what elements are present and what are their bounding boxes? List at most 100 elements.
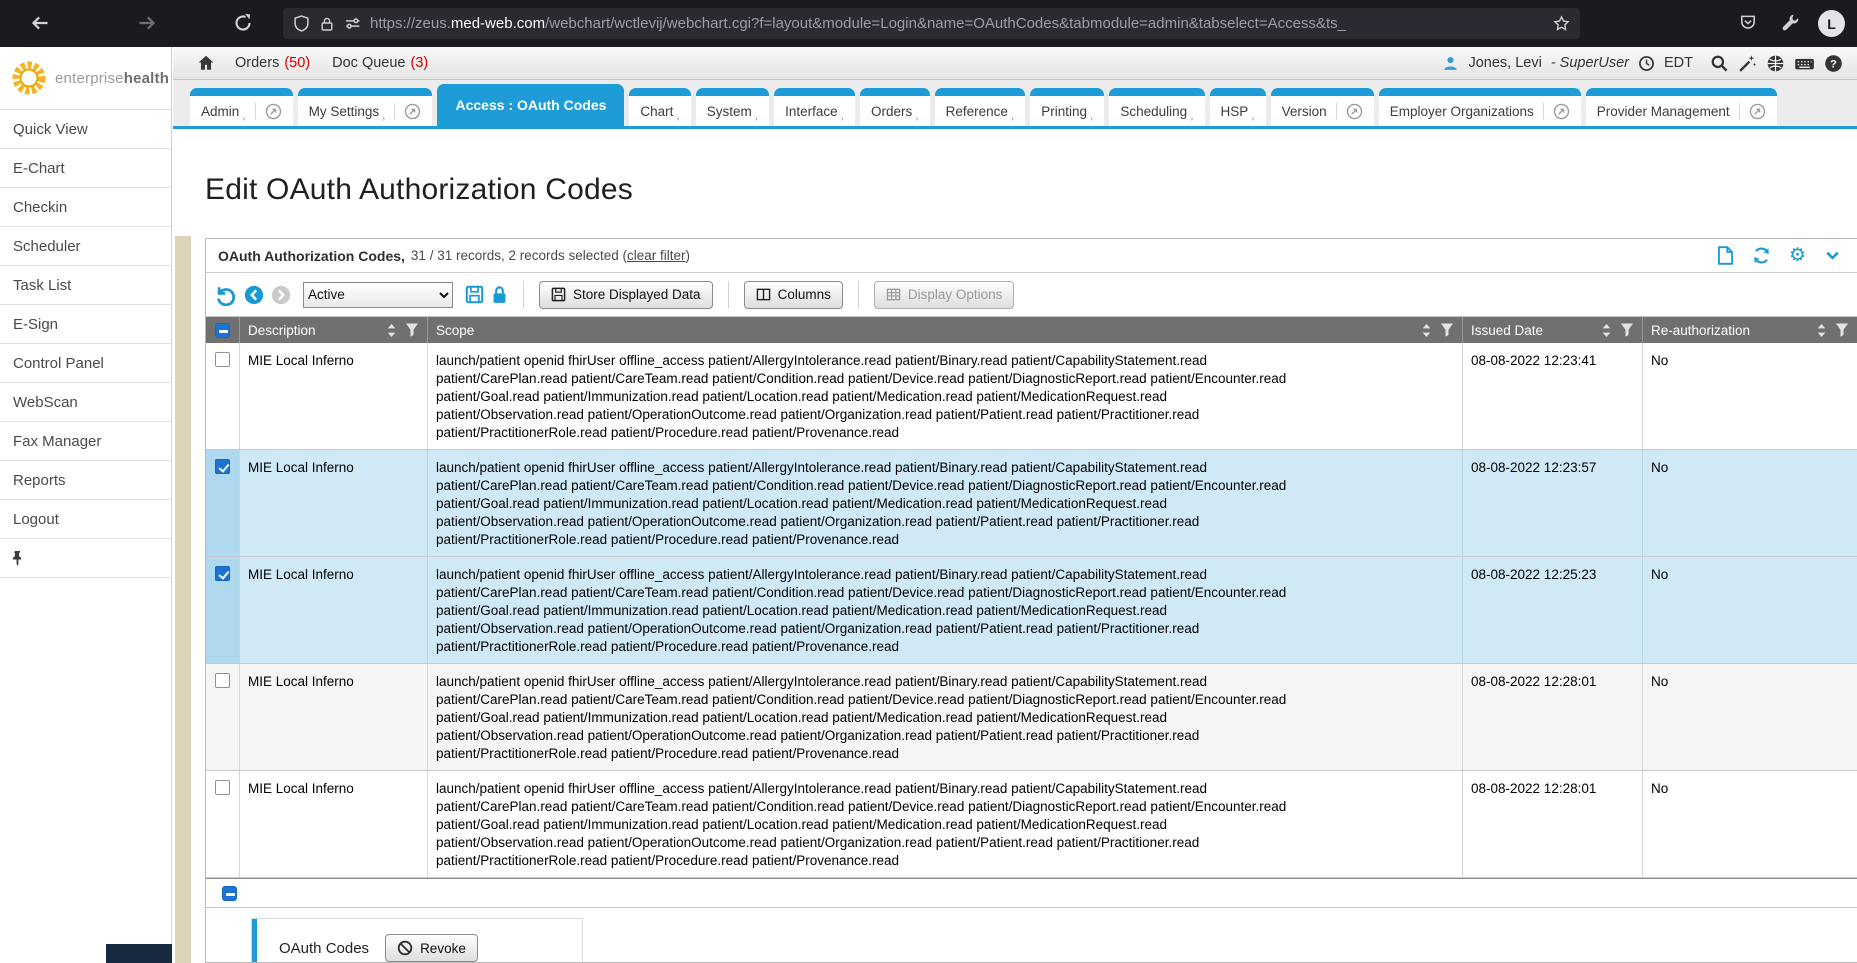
app-top-nav: Orders(50) Doc Queue(3) Jones, Levi - Su…: [173, 47, 1857, 80]
row-checkbox[interactable]: [215, 780, 230, 795]
refresh-icon[interactable]: [1752, 246, 1771, 265]
records-title: OAuth Authorization Codes,: [218, 248, 405, 264]
row-checkbox[interactable]: [215, 352, 230, 367]
select-all-checkbox[interactable]: [215, 323, 230, 338]
clock-icon[interactable]: [1638, 55, 1655, 72]
tab-scheduling[interactable]: Scheduling,: [1109, 88, 1204, 126]
table-row[interactable]: MIE Local Inferno launch/patient openid …: [206, 557, 1857, 664]
search-icon[interactable]: [1710, 54, 1729, 73]
store-displayed-data-button[interactable]: Store Displayed Data: [539, 281, 713, 309]
address-bar[interactable]: https://zeus.med-web.com/webchart/wctlev…: [283, 8, 1580, 39]
status-filter-select[interactable]: Active: [303, 282, 453, 308]
sidebar-item-e-chart[interactable]: E-Chart: [0, 149, 171, 188]
sidebar-item-e-sign[interactable]: E-Sign: [0, 305, 171, 344]
filter-funnel-icon[interactable]: [405, 323, 419, 337]
sort-icon[interactable]: [386, 324, 397, 337]
sidebar-item-webscan[interactable]: WebScan: [0, 383, 171, 422]
undo-icon[interactable]: [215, 284, 237, 306]
popup-window-icon[interactable]: [1336, 103, 1363, 120]
table-row[interactable]: MIE Local Inferno launch/patient openid …: [206, 664, 1857, 771]
bookmark-star-icon[interactable]: [1553, 15, 1570, 32]
column-header-description[interactable]: Description: [240, 317, 428, 343]
browser-back-icon[interactable]: [30, 13, 50, 33]
url-text[interactable]: https://zeus.med-web.com/webchart/wctlev…: [370, 15, 1544, 32]
sort-icon[interactable]: [1421, 324, 1432, 337]
popup-window-icon[interactable]: [394, 103, 421, 120]
sidebar-item-control-panel[interactable]: Control Panel: [0, 344, 171, 383]
column-header-scope[interactable]: Scope: [428, 317, 1463, 343]
tab-orders[interactable]: Orders,: [860, 88, 930, 126]
tab-chart[interactable]: Chart,: [629, 88, 690, 126]
popup-window-icon[interactable]: [1543, 103, 1570, 120]
columns-button[interactable]: Columns: [744, 281, 843, 309]
row-checkbox[interactable]: [215, 566, 230, 581]
sidebar-item-reports[interactable]: Reports: [0, 461, 171, 500]
nav-back-icon[interactable]: [244, 285, 264, 305]
issued-date-cell: 08-08-2022 12:25:23: [1463, 557, 1643, 663]
table-row[interactable]: MIE Local Inferno launch/patient openid …: [206, 450, 1857, 557]
collapse-chevron-icon[interactable]: [1824, 247, 1841, 264]
popup-window-icon[interactable]: [1739, 103, 1766, 120]
customize-wrench-icon[interactable]: [1781, 13, 1799, 31]
profile-avatar[interactable]: L: [1818, 10, 1845, 37]
browser-forward-icon[interactable]: [137, 13, 157, 33]
user-name[interactable]: Jones, Levi: [1468, 55, 1541, 71]
home-icon[interactable]: [197, 54, 215, 72]
select-all-footer-checkbox[interactable]: [222, 886, 237, 901]
clear-filter-link[interactable]: clear filter: [627, 248, 686, 263]
tab-employer-organizations[interactable]: Employer Organizations: [1379, 88, 1581, 126]
save-disk-icon: [551, 287, 566, 302]
pocket-icon[interactable]: [1739, 13, 1757, 31]
permissions-icon[interactable]: [344, 15, 361, 32]
nav-forward-icon[interactable]: [271, 285, 291, 305]
globe-icon[interactable]: [1766, 54, 1785, 73]
sort-icon[interactable]: [1816, 324, 1827, 337]
gear-icon[interactable]: ⚙: [1789, 246, 1806, 265]
sidebar-item-checkin[interactable]: Checkin: [0, 188, 171, 227]
tab-reference[interactable]: Reference,: [935, 88, 1026, 126]
lock-filter-icon[interactable]: [491, 285, 508, 304]
tracking-shield-icon[interactable]: [293, 15, 310, 32]
revoke-button[interactable]: Revoke: [385, 934, 478, 962]
popup-window-icon[interactable]: [255, 103, 282, 120]
subtab-label[interactable]: OAuth Codes: [279, 940, 369, 957]
tab-printing[interactable]: Printing,: [1030, 88, 1104, 126]
tab-interface[interactable]: Interface,: [774, 88, 855, 126]
tab-hsp[interactable]: HSP,: [1210, 88, 1266, 126]
sidebar-item-quick-view[interactable]: Quick View: [0, 110, 171, 149]
table-row[interactable]: MIE Local Inferno launch/patient openid …: [206, 343, 1857, 450]
magic-wand-icon[interactable]: [1738, 54, 1757, 73]
tab-admin[interactable]: Admin,: [190, 88, 293, 126]
doc-queue-link[interactable]: Doc Queue(3): [332, 55, 428, 71]
connection-lock-icon[interactable]: [319, 16, 335, 32]
tab-my-settings[interactable]: My Settings,: [298, 88, 433, 126]
orders-link[interactable]: Orders(50): [235, 55, 310, 71]
sidebar-item-logout[interactable]: Logout: [0, 500, 171, 539]
tab-system[interactable]: System,: [696, 88, 769, 126]
logo-text: enterprisehealth: [55, 70, 169, 87]
pushpin-icon[interactable]: [11, 551, 24, 566]
table-row[interactable]: MIE Local Inferno launch/patient openid …: [206, 771, 1857, 878]
tab-provider-management[interactable]: Provider Management: [1586, 88, 1777, 126]
column-header-issued-date[interactable]: Issued Date: [1463, 317, 1643, 343]
filter-funnel-icon[interactable]: [1835, 323, 1849, 337]
tab-access-oauth-codes[interactable]: Access : OAuth Codes: [437, 84, 624, 126]
sort-icon[interactable]: [1601, 324, 1612, 337]
browser-reload-icon[interactable]: [233, 13, 253, 33]
sidebar-item-task-list[interactable]: Task List: [0, 266, 171, 305]
scope-cell: launch/patient openid fhirUser offline_a…: [428, 771, 1463, 877]
help-icon[interactable]: ?: [1824, 54, 1843, 73]
description-cell: MIE Local Inferno: [240, 343, 428, 449]
sidebar-item-fax-manager[interactable]: Fax Manager: [0, 422, 171, 461]
new-document-icon[interactable]: [1717, 246, 1734, 265]
filter-funnel-icon[interactable]: [1440, 323, 1454, 337]
row-checkbox[interactable]: [215, 459, 230, 474]
filter-funnel-icon[interactable]: [1620, 323, 1634, 337]
row-checkbox[interactable]: [215, 673, 230, 688]
keyboard-icon[interactable]: [1794, 54, 1815, 73]
column-header-re-authorization[interactable]: Re-authorization: [1643, 317, 1857, 343]
sidebar-item-scheduler[interactable]: Scheduler: [0, 227, 171, 266]
tab-version[interactable]: Version: [1271, 88, 1374, 126]
save-filter-icon[interactable]: [465, 285, 484, 304]
display-options-button[interactable]: Display Options: [874, 281, 1015, 309]
